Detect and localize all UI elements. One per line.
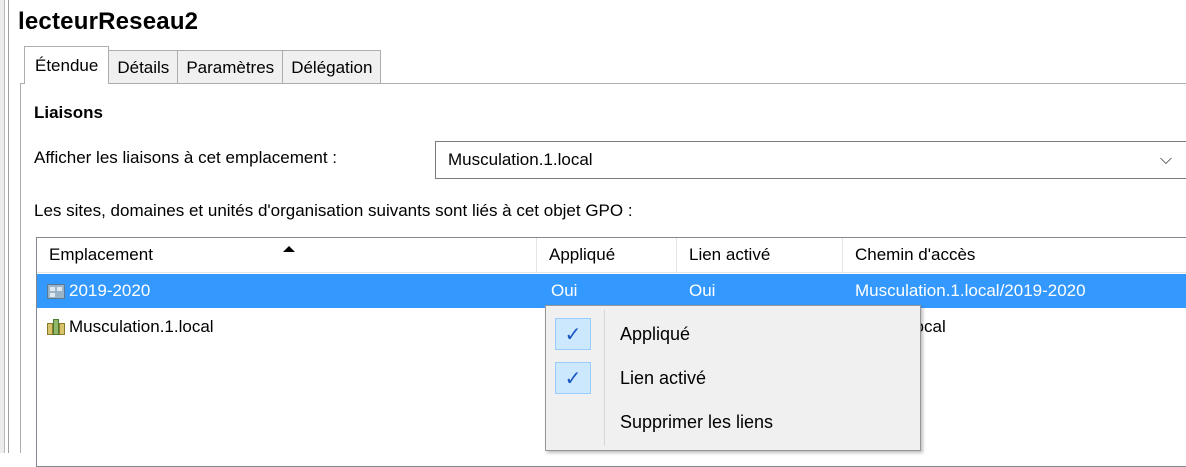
menu-item-label: Appliqué bbox=[620, 323, 691, 344]
path-cell: Musculation.1.local/2019-2020 bbox=[855, 281, 1086, 300]
menu-item-supprimer-liens[interactable]: Supprimer les liens bbox=[548, 402, 918, 442]
location-cell: 2019-2020 bbox=[47, 274, 150, 308]
menu-item-lien-active[interactable]: ✓ Lien activé bbox=[548, 358, 918, 398]
menu-item-label: Lien activé bbox=[620, 367, 707, 388]
column-header-emplacement[interactable]: Emplacement bbox=[37, 238, 537, 272]
table-row[interactable]: 2019-2020 Oui Oui Musculation.1.local/20… bbox=[37, 274, 1186, 308]
location-dropdown-value: Musculation.1.local bbox=[448, 150, 593, 169]
ou-icon bbox=[47, 283, 65, 299]
location-text: 2019-2020 bbox=[69, 281, 151, 300]
tab-parametres[interactable]: Paramètres bbox=[177, 50, 284, 84]
domain-icon bbox=[47, 319, 65, 335]
context-menu: ✓ Appliqué ✓ Lien activé Supprimer les l… bbox=[545, 305, 921, 451]
check-icon: ✓ bbox=[555, 318, 591, 350]
location-dropdown[interactable]: Musculation.1.local ⌵ bbox=[435, 141, 1186, 179]
tab-etendue[interactable]: Étendue bbox=[24, 46, 110, 84]
list-header: Emplacement Appliqué Lien activé Chemin … bbox=[37, 238, 1186, 273]
enabled-cell: Oui bbox=[689, 281, 716, 300]
column-header-lien-active[interactable]: Lien activé bbox=[677, 238, 843, 272]
check-icon: ✓ bbox=[555, 362, 591, 394]
column-header-label: Emplacement bbox=[49, 245, 153, 264]
column-header-applique[interactable]: Appliqué bbox=[537, 238, 677, 272]
column-header-label: Appliqué bbox=[549, 245, 616, 264]
tab-divider bbox=[20, 83, 1186, 84]
tab-details[interactable]: Détails bbox=[108, 50, 179, 84]
column-header-chemin[interactable]: Chemin d'accès bbox=[843, 238, 1186, 272]
menu-item-applique[interactable]: ✓ Appliqué bbox=[548, 314, 918, 354]
section-title: Liaisons bbox=[34, 103, 103, 122]
tab-strip: Étendue Détails Paramètres Délégation bbox=[24, 46, 382, 84]
tab-delegation[interactable]: Délégation bbox=[282, 50, 382, 84]
location-text: Musculation.1.local bbox=[69, 317, 214, 336]
panel-border bbox=[20, 83, 21, 453]
menu-item-label: Supprimer les liens bbox=[620, 411, 774, 432]
linked-objects-label: Les sites, domaines et unités d'organisa… bbox=[34, 201, 633, 220]
column-header-label: Chemin d'accès bbox=[855, 245, 976, 264]
chevron-down-icon: ⌵ bbox=[1159, 151, 1172, 168]
applied-cell: Oui bbox=[551, 281, 578, 300]
display-links-label: Afficher les liaisons à cet emplacement … bbox=[34, 148, 337, 167]
sort-ascending-icon bbox=[283, 246, 295, 252]
window-left-edge bbox=[8, 0, 9, 453]
column-header-label: Lien activé bbox=[689, 245, 771, 264]
gpo-title: lecteurReseau2 bbox=[18, 8, 199, 35]
window-left-border bbox=[0, 0, 5, 453]
location-cell: Musculation.1.local bbox=[47, 310, 214, 344]
